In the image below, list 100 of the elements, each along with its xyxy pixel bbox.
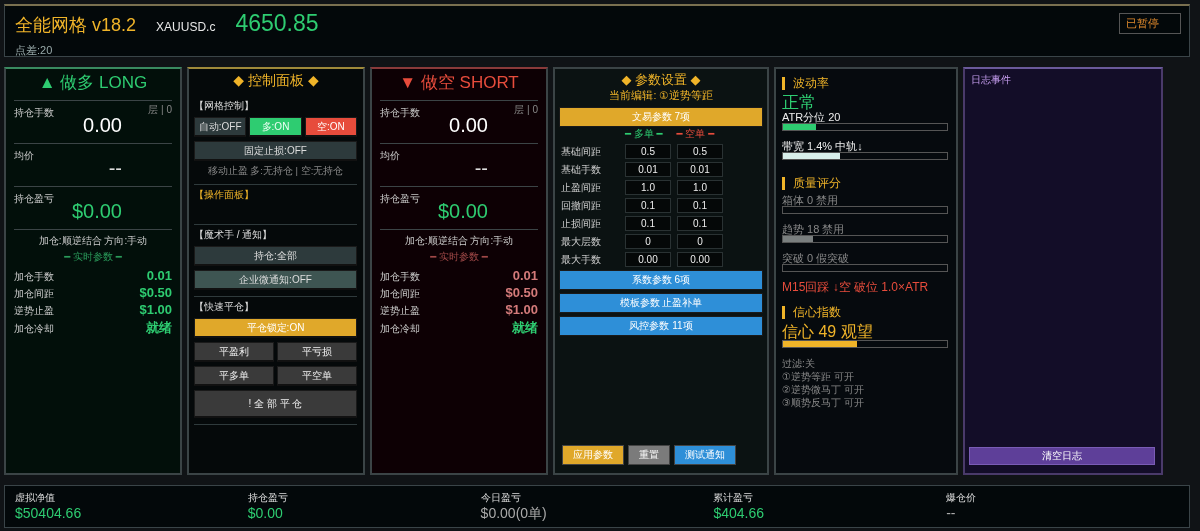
accent-bar — [782, 177, 785, 190]
meter-label: 信心 49 观望 — [782, 323, 874, 340]
section-heading: ━ 实时参数 ━ — [429, 250, 489, 264]
control-button[interactable]: 平盈利 — [194, 342, 274, 362]
layer-count: 层 | 0 — [148, 103, 172, 117]
input-field[interactable]: 0.01 — [625, 162, 671, 177]
input-field[interactable]: 0.5 — [625, 144, 671, 159]
volatility-state: 正常 — [782, 94, 817, 111]
section-title: 【快速平仓】 — [194, 300, 255, 314]
param-label: 加仓冷却 — [380, 322, 420, 336]
meter-label: 突破 0 假突破 — [782, 252, 851, 264]
stat-value: -- — [946, 505, 957, 521]
lots-value: 0.00 — [83, 114, 122, 138]
param-label: 止损间距 — [561, 216, 602, 231]
param-label: 最大层数 — [561, 234, 602, 249]
section-title: 【网格控制】 — [194, 99, 255, 113]
panel-title: ▲ 做多 LONG — [37, 72, 149, 94]
layer-count: 层 | 0 — [514, 103, 538, 117]
param-label: 止盈间距 — [561, 180, 602, 195]
stat-value: $50404.66 — [15, 505, 83, 521]
input-field[interactable]: 0 — [677, 234, 723, 249]
input-field[interactable]: 0.1 — [625, 216, 671, 231]
control-button[interactable]: 持仓:全部 — [194, 246, 357, 266]
param-label: 最大手数 — [561, 252, 602, 267]
input-field[interactable]: 0.1 — [677, 198, 723, 213]
lots-value: 0.00 — [449, 114, 488, 138]
param-value: $1.00 — [139, 302, 172, 317]
stat-label: 今日盈亏 — [480, 491, 522, 505]
param-value: $1.00 — [505, 302, 538, 317]
mode-text: 加仓:顺逆结合 方向:手动 — [14, 229, 172, 248]
meter-label: 箱体 0 禁用 — [782, 194, 840, 206]
input-field[interactable]: 1.0 — [677, 180, 723, 195]
control-button[interactable]: 平亏损 — [277, 342, 357, 362]
section-title: 【魔术手 / 通知】 — [194, 228, 274, 242]
input-field[interactable]: 1.0 — [625, 180, 671, 195]
param-label: 逆势止盈 — [380, 304, 420, 318]
stat-label: 累计盈亏 — [713, 491, 755, 505]
stat-label: 持仓盈亏 — [247, 491, 289, 505]
input-field[interactable]: 0.1 — [625, 198, 671, 213]
control-button[interactable]: 平空单 — [277, 366, 357, 386]
control-button[interactable]: ! 全 部 平 仓 — [194, 390, 357, 418]
param-value: $0.50 — [505, 285, 538, 300]
panel-title: ◆ 控制面板 ◆ — [232, 71, 320, 90]
filter-item: ③顺势反马丁 可开 — [782, 396, 865, 409]
param-label: 基础间距 — [561, 144, 602, 159]
control-button[interactable]: 企业微通知:OFF — [194, 270, 357, 290]
param-value: 0.01 — [146, 268, 172, 283]
panel-title: 日志事件 — [970, 73, 1012, 87]
param-label: 加仓间距 — [14, 287, 54, 301]
section-title: 质量评分 — [793, 175, 841, 192]
field-label: 均价 — [380, 149, 400, 163]
meter-label: 带宽 1.4% 中轨↓ — [782, 140, 864, 152]
input-field[interactable]: 0.1 — [677, 216, 723, 231]
input-field[interactable]: 0.5 — [677, 144, 723, 159]
param-value: $0.50 — [139, 285, 172, 300]
param-label: 加仓手数 — [380, 270, 420, 284]
field-label: 均价 — [14, 149, 34, 163]
section-heading: ━ 实时参数 ━ — [63, 250, 123, 264]
filter-item: ②逆势微马丁 可开 — [782, 383, 865, 396]
control-button[interactable]: 自动:OFF — [194, 117, 247, 137]
input-field[interactable]: 0.00 — [625, 252, 671, 267]
stat-label: 虚拟净值 — [15, 491, 56, 505]
input-field[interactable]: 0 — [625, 234, 671, 249]
stat-value: $0.00(0单) — [480, 505, 548, 523]
stat-label: 爆仓价 — [946, 491, 978, 505]
control-button[interactable]: 平多单 — [194, 366, 274, 386]
input-field[interactable]: 0.01 — [677, 162, 723, 177]
pnl-value: $0.00 — [71, 200, 122, 224]
meter-label: 趋势 18 禁用 — [782, 223, 846, 235]
stat-value: $0.00 — [247, 505, 284, 521]
symbol: XAUUSD.c — [156, 20, 216, 34]
accent-bar — [782, 306, 785, 319]
status-badge: 已暂停 — [1119, 13, 1181, 34]
param-label: 逆势止盈 — [14, 304, 54, 318]
column-heading: ━ 多单 ━ — [625, 127, 663, 141]
average-price: -- — [108, 157, 122, 181]
input-field[interactable]: 0.00 — [677, 252, 723, 267]
filter-item: ①逆势等距 可开 — [782, 370, 855, 383]
control-button[interactable]: 固定止损:OFF — [194, 141, 357, 161]
editing-label: 当前编辑: ①逆势等距 — [608, 89, 714, 103]
accent-bar — [782, 77, 785, 90]
app-title: 全能网格 v18.2 — [15, 14, 137, 37]
section-title: 【操作面板】 — [194, 188, 255, 202]
stat-value: $404.66 — [713, 505, 765, 521]
action-button[interactable]: 重置 — [628, 445, 670, 465]
meter-label: ATR分位 20 — [782, 111, 842, 123]
param-value: 就绪 — [146, 319, 172, 337]
field-label: 持仓手数 — [380, 106, 420, 120]
average-price: -- — [474, 157, 488, 181]
alert-text: M15回踩 ↓空 破位 1.0×ATR — [782, 279, 930, 296]
price: 4650.85 — [235, 10, 319, 37]
param-label: 回撤间距 — [561, 198, 602, 213]
field-label: 持仓盈亏 — [14, 192, 54, 206]
clear-log-button[interactable]: 清空日志 — [969, 447, 1155, 465]
section-title: 信心指数 — [793, 304, 841, 321]
section-title: 波动率 — [793, 75, 829, 92]
column-heading: ━ 空单 ━ — [676, 127, 715, 141]
panel-title: ▼ 做空 SHORT — [398, 72, 520, 94]
control-button[interactable]: 空:ON — [304, 117, 357, 137]
spread: 点差:20 — [15, 43, 54, 58]
